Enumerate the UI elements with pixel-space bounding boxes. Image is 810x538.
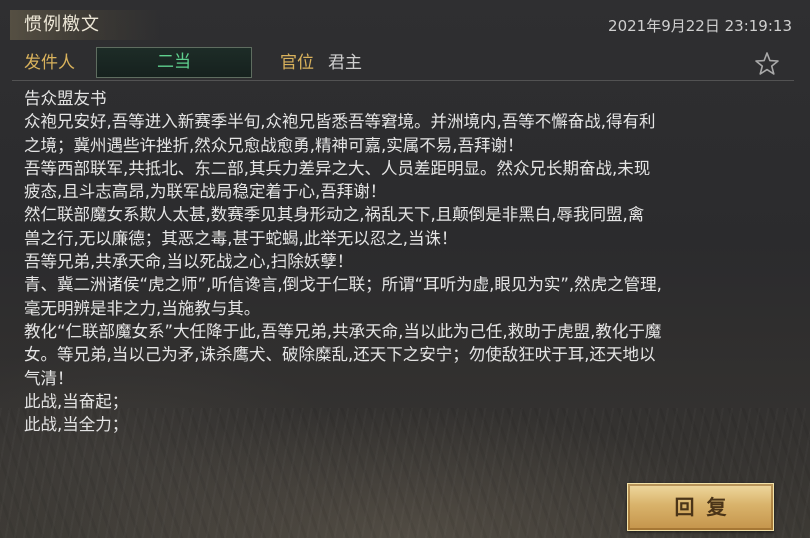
reply-button-label: 回复 [674, 495, 739, 519]
mail-body-line: 此战,当奋起； [24, 391, 129, 411]
mail-window: 惯例檄文 2021年9月22日 23:19:13 发件人 二当 官位 君主 告众… [0, 0, 810, 538]
mail-body: 告众盟友书 众袍兄安好,吾等进入新赛季半旬,众袍兄皆悉吾等窘境。并洲境内,吾等不… [24, 87, 794, 436]
reply-button[interactable]: 回复 [627, 483, 774, 531]
mail-body-line: 毫无明辨是非之力,当施教与其。 [24, 298, 261, 318]
mail-title: 惯例檄文 [24, 14, 100, 35]
star-icon[interactable] [754, 51, 780, 77]
sender-row: 发件人 二当 官位 君主 [0, 44, 810, 82]
mail-body-line: 女。等兄弟,当以己为矛,诛杀鹰犬、破除糜乱,还天下之安宁；勿使敌狂吠于耳,还天地… [24, 345, 656, 365]
mail-body-line: 告众盟友书 [24, 89, 107, 108]
mail-body-line: 疲态,且斗志高昂,为联军战局稳定着于心,吾拜谢！ [24, 182, 387, 202]
mail-body-line: 教化“仁联部魔女系”大任降于此,吾等兄弟,共承天命,当以此为己任,救助于虎盟,教… [24, 321, 662, 341]
mail-body-line: 然仁联部魔女系欺人太甚,数赛季见其身形动之,祸乱天下,且颠倒是非黑白,辱我同盟,… [24, 205, 645, 225]
mail-body-line: 之境；冀州遇些许挫折,然众兄愈战愈勇,精神可嘉,实属不易,吾拜谢！ [24, 135, 524, 155]
sender-label: 发件人 [24, 53, 75, 73]
mail-body-line: 众袍兄安好,吾等进入新赛季半旬,众袍兄皆悉吾等窘境。并洲境内,吾等不懈奋战,得有… [24, 112, 656, 132]
rank-value: 君主 [328, 53, 362, 73]
sender-name-box: 二当 [96, 47, 252, 78]
mail-body-line: 气清！ [24, 368, 74, 388]
mail-body-line: 青、冀二洲诸侯“虎之师”,听信谗言,倒戈于仁联；所谓“耳听为虚,眼见为实”,然虎… [24, 275, 662, 295]
mail-body-line: 此战,当全力； [24, 415, 129, 435]
title-bar: 惯例檄文 2021年9月22日 23:19:13 [0, 0, 810, 42]
mail-body-line: 吾等兄弟,共承天命,当以死战之心,扫除妖孽！ [24, 252, 354, 272]
mail-body-line: 兽之行,无以廉德；其恶之毒,甚于蛇蝎,此举无以忍之,当诛！ [24, 228, 458, 248]
mail-body-line: 吾等西部联军,共抵北、东二部,其兵力差异之大、人员差距明显。然众兄长期奋战,未现 [24, 158, 651, 178]
rank-label: 官位 [280, 53, 314, 73]
sender-name: 二当 [157, 52, 191, 72]
mail-datetime: 2021年9月22日 23:19:13 [608, 17, 792, 35]
header-divider [12, 80, 794, 81]
